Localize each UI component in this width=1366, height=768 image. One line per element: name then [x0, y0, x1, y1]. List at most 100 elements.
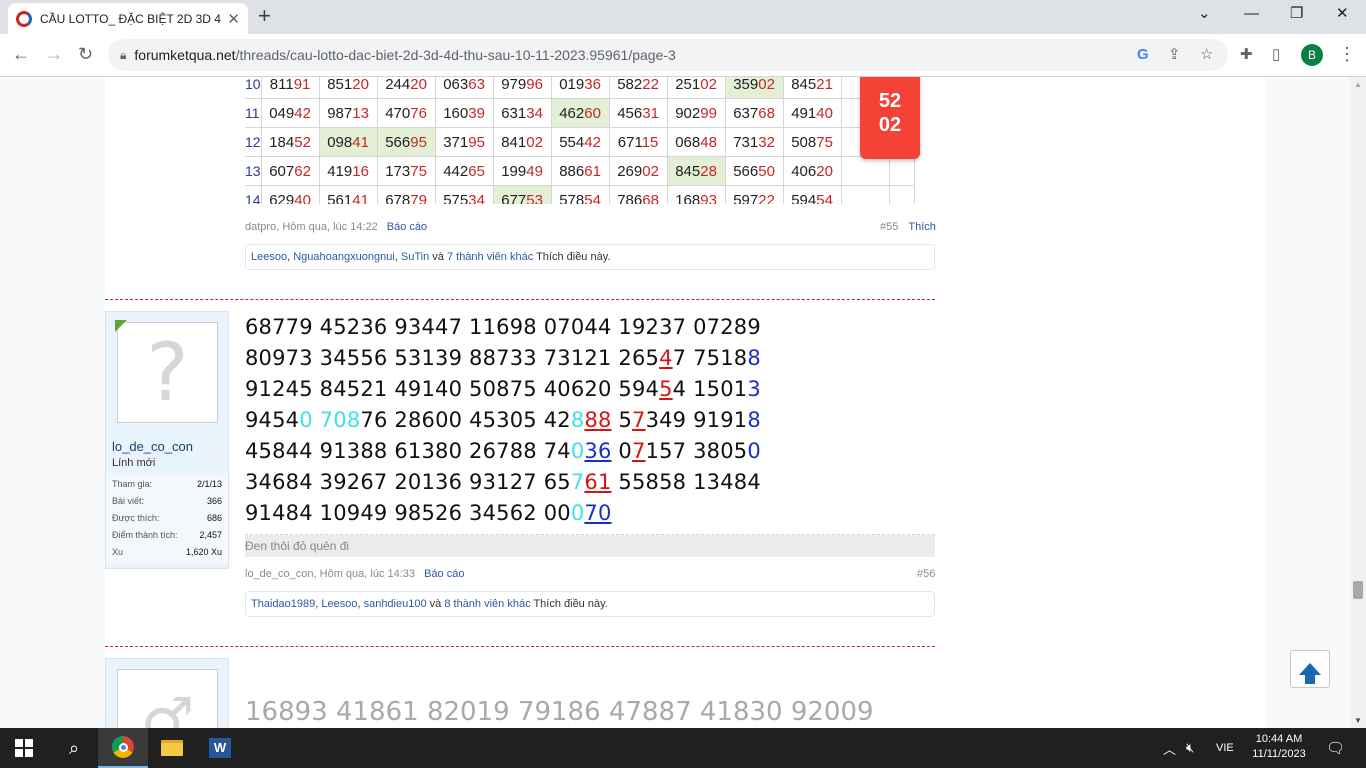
lotto-cell: 60762 [260, 156, 320, 186]
chrome-icon[interactable] [98, 728, 148, 768]
back-icon[interactable]: ← [12, 44, 30, 64]
post55-time[interactable]: Hôm qua, lúc 14:22 [282, 221, 377, 233]
tab-search-chevron-icon[interactable]: ⌄ [1198, 5, 1211, 23]
cell-prefix: 731 [733, 133, 759, 151]
cell-prefix: 199 [501, 162, 527, 180]
lotto-cell: 35902 [724, 77, 784, 99]
post55-report-link[interactable]: Báo cáo [387, 221, 427, 233]
volume-muted-icon[interactable]: 🔇︎ [1186, 728, 1194, 768]
row-index: 11 [245, 98, 262, 128]
online-indicator [115, 320, 127, 332]
cell-prefix: 063 [443, 77, 469, 93]
stat-label: Tham gia: [112, 479, 153, 489]
avatar[interactable]: ? [117, 322, 218, 423]
post56-time[interactable]: Hôm qua, lúc 14:33 [320, 568, 415, 580]
lotto-cell: 90299 [666, 98, 726, 128]
cell-suffix: 20 [816, 162, 833, 180]
notifications-icon[interactable]: 🗨︎ [1326, 728, 1345, 768]
menu-icon[interactable]: ⋮ [1338, 44, 1356, 65]
post56-number[interactable]: #56 [917, 568, 935, 580]
forward-icon[interactable]: → [45, 44, 63, 64]
likes-others-link[interactable]: 8 thành viên khác [444, 598, 530, 610]
tray-chevron-icon[interactable]: ︿ [1163, 728, 1176, 768]
page-viewport: 10 81191 85120 24420 06363 97996 01936 58222 251… [0, 77, 1350, 728]
liker-link[interactable]: Nguahoangxuongnui [293, 251, 395, 263]
cell-prefix: 607 [269, 162, 295, 180]
liker-link[interactable]: sanhdieu100 [364, 598, 427, 610]
cell-suffix: 95 [410, 133, 427, 151]
lotto-cell: 16039 [434, 98, 494, 128]
liker-link[interactable]: Leesoo [321, 598, 357, 610]
back-to-top-button[interactable] [1290, 650, 1330, 688]
post55-likes: Leesoo, Nguahoangxuongnui, SuTin và 7 th… [245, 244, 935, 270]
number-line: 80973 34556 53139 88733 73121 26547 7518… [245, 346, 761, 370]
avatar-male-icon[interactable]: ♂ [117, 669, 218, 728]
lotto-cell: 56695 [376, 127, 436, 157]
profile-avatar[interactable]: B [1301, 44, 1323, 66]
reload-icon[interactable]: ↻ [78, 44, 93, 64]
liker-link[interactable]: SuTin [401, 251, 429, 263]
likes-others-link[interactable]: 7 thành viên khác [447, 251, 533, 263]
tab-close-icon[interactable]: ✕ [227, 10, 240, 28]
lotto-cell: 88661 [550, 156, 610, 186]
post56-signature: Đen thôi đỏ quên đi [245, 535, 935, 557]
likes-conj: và [432, 251, 444, 263]
windows-logo-icon[interactable] [8, 728, 40, 768]
post55-author[interactable]: datpro [245, 221, 276, 233]
number-line: 34684 39267 20136 93127 65761 55858 1348… [245, 470, 761, 494]
extensions-icon[interactable]: ✚ [1240, 46, 1253, 64]
share-icon[interactable]: ⇪ [1168, 46, 1181, 64]
new-tab-button[interactable]: + [258, 5, 271, 27]
search-icon[interactable]: ⌕ [58, 728, 90, 768]
empty-cell [840, 156, 890, 186]
cell-prefix: 442 [443, 162, 469, 180]
address-bar[interactable]: 🔒︎ forumketqua.net/threads/cau-lotto-dac… [108, 39, 1228, 71]
cell-prefix: 049 [269, 104, 295, 122]
post56-username[interactable]: lo_de_co_con [112, 439, 193, 454]
word-icon[interactable]: W [200, 728, 240, 768]
lotto-row: 13 60762 41916 17375 44265 19949 88661 26902 845… [245, 156, 915, 186]
star-icon[interactable]: ☆ [1200, 46, 1213, 64]
post55-like-link[interactable]: Thích [908, 221, 936, 233]
number-line: 94540 70876 28600 45305 42888 57349 9191… [245, 408, 761, 432]
sidepanel-icon[interactable]: ▯ [1272, 46, 1280, 64]
active-tab[interactable]: CẦU LOTTO_ ĐẶC BIỆT 2D 3D 4D ✕ [8, 3, 248, 34]
post56-author[interactable]: lo_de_co_con [245, 568, 314, 580]
cell-suffix: 02 [642, 162, 659, 180]
stat-label: Xu [112, 547, 124, 557]
scroll-up-icon[interactable]: ▲ [1354, 80, 1362, 89]
stat-value[interactable]: 2,457 [199, 527, 222, 544]
url-text: forumketqua.net/threads/cau-lotto-dac-bi… [134, 47, 676, 63]
post56-usertitle: Lính mới [112, 457, 156, 469]
post56-report-link[interactable]: Báo cáo [424, 568, 464, 580]
liker-link[interactable]: Leesoo [251, 251, 287, 263]
clock[interactable]: 10:44 AM 11/11/2023 [1244, 732, 1314, 762]
cell-prefix: 845 [791, 77, 817, 93]
lock-icon[interactable]: 🔒︎ [120, 48, 126, 63]
liker-link[interactable]: Thaidao1989 [251, 598, 315, 610]
cell-prefix: 582 [617, 77, 643, 93]
cell-prefix: 406 [791, 162, 817, 180]
language-indicator[interactable]: VIE [1216, 728, 1234, 768]
scrollbar-thumb[interactable] [1353, 581, 1363, 599]
page-scrollbar[interactable]: ▲ ▼ [1350, 77, 1366, 728]
file-explorer-icon[interactable] [152, 728, 192, 768]
cell-suffix: 20 [352, 77, 369, 93]
post-separator [105, 299, 935, 300]
close-window-button[interactable]: ✕ [1336, 5, 1349, 23]
post56-userinfo: ? lo_de_co_con Lính mới Tham gia: 2/1/13 … [105, 311, 229, 569]
post55-number[interactable]: #55 [880, 221, 898, 233]
lotto-cell: 84521 [782, 77, 842, 99]
tab-title: CẦU LOTTO_ ĐẶC BIỆT 2D 3D 4D [40, 11, 222, 26]
lotto-cell: 45631 [608, 98, 668, 128]
badge-line2: 02 [878, 114, 902, 136]
maximize-button[interactable]: ❐ [1290, 5, 1303, 23]
lotto-cell: 98713 [318, 98, 378, 128]
stat-value[interactable]: 366 [207, 493, 222, 510]
post55-meta-right: #55 Thích [880, 221, 936, 233]
scroll-down-icon[interactable]: ▼ [1354, 716, 1362, 725]
minimize-button[interactable]: — [1244, 5, 1259, 23]
google-icon[interactable]: G [1137, 46, 1149, 64]
left-background [0, 77, 105, 728]
post57-userinfo: ♂ [105, 658, 229, 728]
